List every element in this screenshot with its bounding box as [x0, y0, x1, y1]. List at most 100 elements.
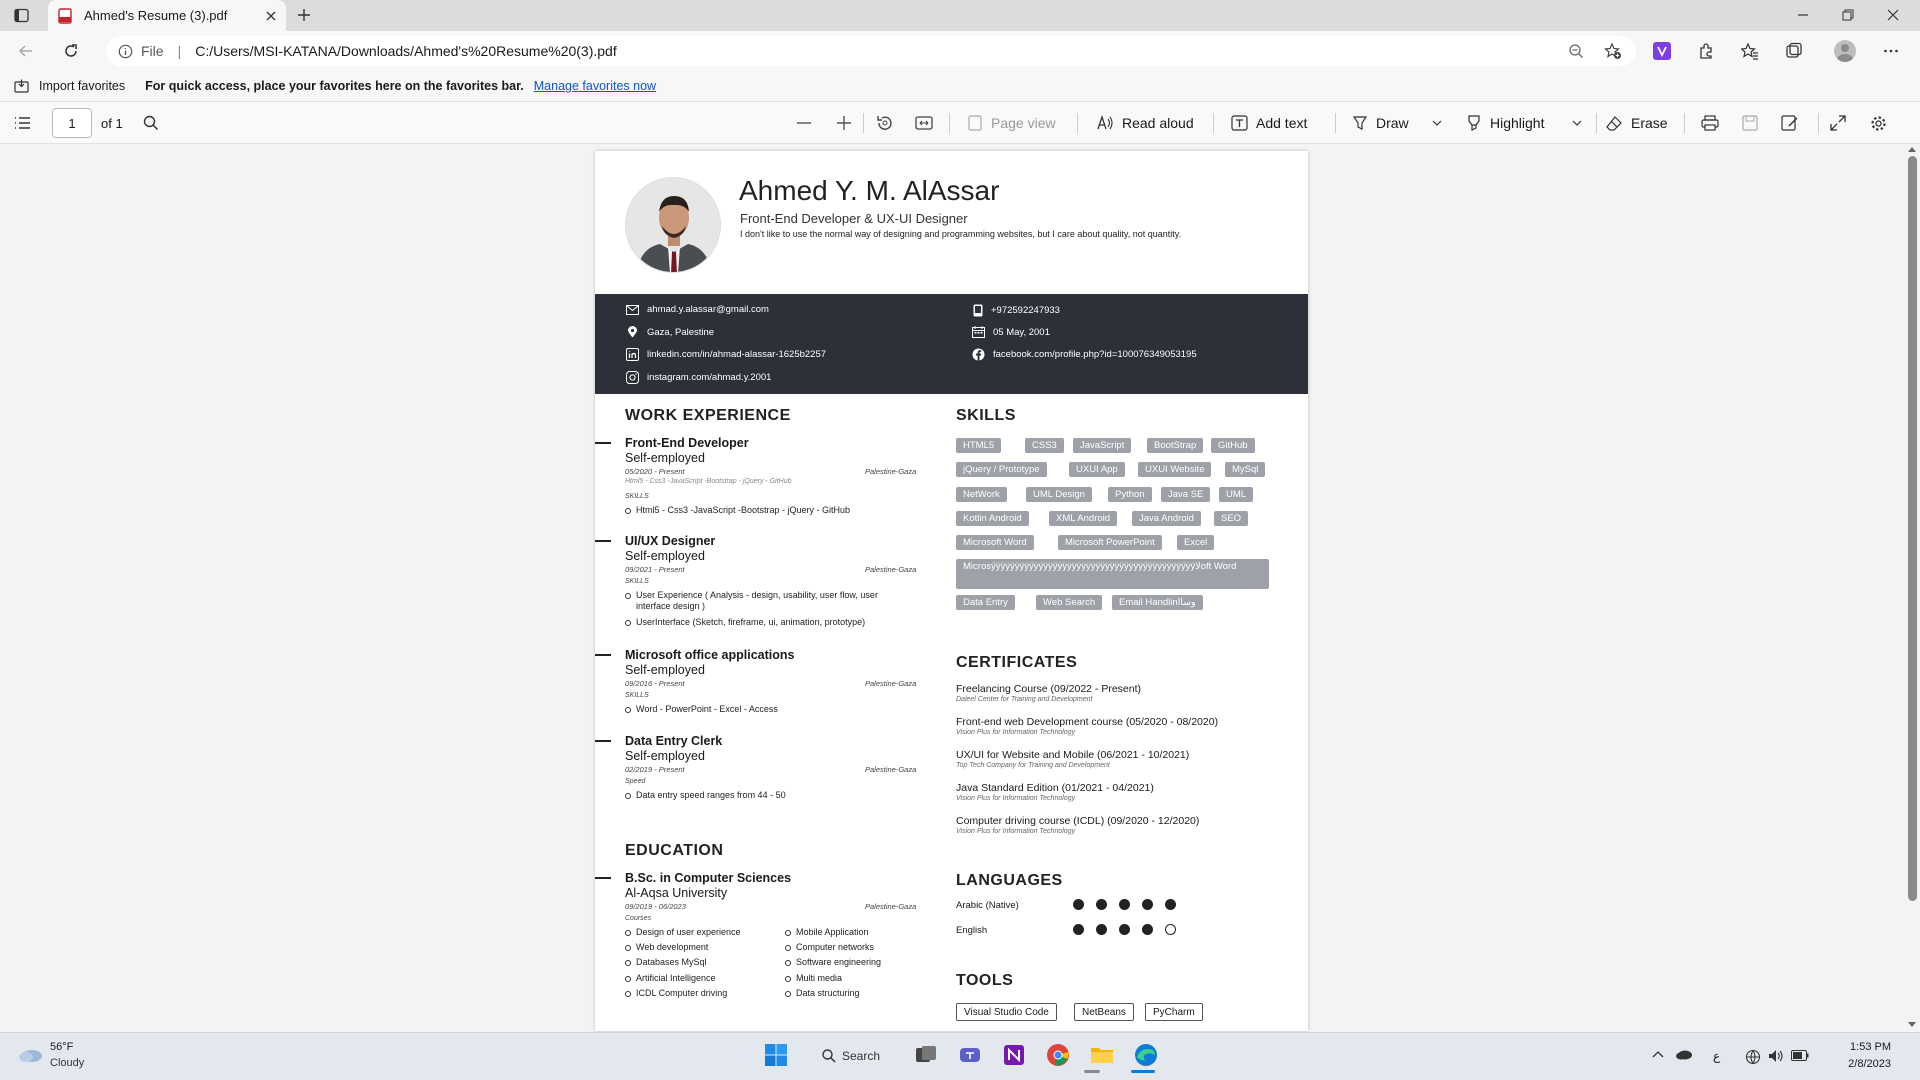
edge-icon[interactable] [1131, 1040, 1161, 1070]
skill-tag: MySql [1225, 462, 1266, 477]
draw-button[interactable]: Draw [1352, 102, 1409, 144]
contact-phone: +972592247933 [973, 304, 1060, 317]
skills-heading: SKILLS [956, 407, 1016, 424]
list-item: Mobile Application [785, 927, 869, 938]
refresh-icon[interactable] [63, 43, 79, 59]
tab-resume-pdf[interactable]: Ahmed's Resume (3).pdf [48, 0, 286, 31]
languages-heading: LANGUAGES [956, 872, 1063, 889]
highlight-options-chevron-down-icon[interactable] [1572, 102, 1582, 144]
clock-time[interactable]: 1:53 PM [1836, 1041, 1891, 1053]
speaker-icon[interactable] [1768, 1049, 1784, 1063]
tab-strip [0, 0, 1920, 31]
import-favorites-icon[interactable] [14, 79, 29, 94]
read-aloud-icon [1097, 115, 1113, 130]
minimize-icon[interactable] [1797, 9, 1809, 21]
calendar-icon [972, 326, 985, 338]
certificates-heading: CERTIFICATES [956, 654, 1078, 671]
teams-chat-icon[interactable] [955, 1040, 985, 1070]
read-aloud-button[interactable]: Read aloud [1097, 102, 1194, 144]
file-scheme-label: File [141, 43, 164, 59]
task-view-icon[interactable] [911, 1040, 941, 1070]
collections-icon[interactable] [1785, 42, 1803, 60]
add-favorite-icon[interactable] [1604, 42, 1622, 60]
scrollbar-thumb[interactable] [1908, 156, 1917, 901]
work-experience-heading: WORK EXPERIENCE [625, 407, 791, 424]
new-tab-icon[interactable] [296, 7, 312, 23]
zoom-out-icon[interactable] [1568, 43, 1584, 59]
scroll-down-icon[interactable] [1908, 1022, 1916, 1028]
close-tab-icon[interactable] [266, 11, 276, 21]
battery-icon[interactable] [1791, 1050, 1809, 1061]
contact-band: ahmad.y.alassar@gmail.com Gaza, Palestin… [595, 294, 1308, 394]
extensions-icon[interactable] [1697, 42, 1715, 60]
restore-icon[interactable] [1842, 9, 1854, 21]
input-language[interactable]: ع [1713, 1049, 1720, 1063]
language-level-dot [1073, 924, 1084, 935]
eraser-icon [1606, 116, 1622, 131]
fullscreen-icon[interactable] [1830, 102, 1846, 144]
manage-favorites-link[interactable]: Manage favorites now [534, 79, 656, 93]
onenote-icon[interactable] [999, 1040, 1029, 1070]
address-field[interactable]: File | C:/Users/MSI-KATANA/Downloads/Ahm… [106, 36, 1636, 66]
url-text: C:/Users/MSI-KATANA/Downloads/Ahmed's%20… [195, 43, 617, 59]
job-ui-ux-designer: UI/UX Designer Self-employed 09/2021 - P… [595, 534, 925, 634]
find-icon[interactable] [143, 102, 159, 144]
info-icon[interactable] [118, 44, 133, 59]
skill-tag: GitHub [1211, 438, 1255, 453]
zoom-out-pdf-icon[interactable] [796, 102, 812, 144]
profile-avatar[interactable] [1834, 40, 1856, 62]
highlight-icon [1468, 115, 1480, 131]
page-view-button[interactable]: Page view [967, 102, 1056, 144]
extension-v-icon[interactable] [1653, 42, 1671, 60]
resume-role: Front-End Developer & UX-UI Designer [740, 211, 968, 226]
cloud-weather-icon[interactable] [16, 1044, 44, 1064]
fit-page-icon[interactable] [915, 102, 933, 144]
gear-icon[interactable] [1870, 102, 1887, 144]
list-item: Word - PowerPoint - Excel - Access [625, 704, 778, 715]
close-window-icon[interactable] [1887, 9, 1899, 21]
skill-tag: Java Android [1132, 511, 1201, 526]
skill-tag: Excel [1177, 535, 1215, 550]
skill-tag: Web Search [1036, 595, 1103, 610]
skill-tag: Microsoft PowerPoint [1058, 535, 1162, 550]
clock-date[interactable]: 2/8/2023 [1836, 1058, 1891, 1070]
language-level-dot [1119, 899, 1130, 910]
save-as-icon[interactable] [1781, 102, 1799, 144]
chevron-up-icon[interactable] [1652, 1050, 1664, 1058]
onedrive-icon[interactable] [1675, 1048, 1693, 1060]
settings-more-icon[interactable] [1883, 43, 1899, 59]
language-level-dot [1165, 899, 1176, 910]
job-microsoft-office: Microsoft office applications Self-emplo… [595, 648, 925, 718]
import-favorites-button[interactable]: Import favorites [39, 79, 125, 93]
education-entry: B.Sc. in Computer Sciences Al-Aqsa Unive… [595, 871, 925, 1011]
contents-icon[interactable] [14, 102, 31, 144]
skill-tag: BootStrap [1147, 438, 1204, 453]
erase-button[interactable]: Erase [1606, 102, 1668, 144]
page-number-input[interactable]: 1 [52, 108, 92, 138]
rotate-icon[interactable] [876, 102, 894, 144]
skill-tag: Kotlin Android [956, 511, 1029, 526]
print-icon[interactable] [1701, 102, 1719, 144]
favorites-icon[interactable] [1741, 42, 1759, 60]
skill-tag: CSS3 [1025, 438, 1064, 453]
network-icon[interactable] [1745, 1049, 1761, 1065]
add-text-button[interactable]: Add text [1231, 102, 1307, 144]
windows-start-icon[interactable] [761, 1040, 791, 1070]
tab-actions-icon[interactable] [14, 8, 29, 23]
location-pin-icon [628, 326, 637, 338]
skill-tag: Email Handlinوساا [1112, 595, 1203, 610]
scroll-up-icon[interactable] [1908, 146, 1916, 152]
chrome-icon[interactable] [1043, 1040, 1073, 1070]
taskbar-search[interactable]: Search [806, 1041, 906, 1071]
list-item: Data entry speed ranges from 44 - 50 [625, 790, 786, 801]
highlight-button[interactable]: Highlight [1466, 102, 1544, 144]
file-explorer-icon[interactable] [1087, 1040, 1117, 1070]
back-icon[interactable] [18, 43, 34, 59]
language-level-dot [1165, 924, 1176, 935]
contact-facebook: facebook.com/profile.php?id=100076349053… [972, 348, 1197, 361]
draw-options-chevron-down-icon[interactable] [1432, 102, 1442, 144]
zoom-in-icon[interactable] [836, 102, 852, 144]
save-icon[interactable] [1742, 102, 1758, 144]
weather-condition: Cloudy [50, 1057, 85, 1069]
tool-tag: PyCharm [1145, 1003, 1203, 1021]
